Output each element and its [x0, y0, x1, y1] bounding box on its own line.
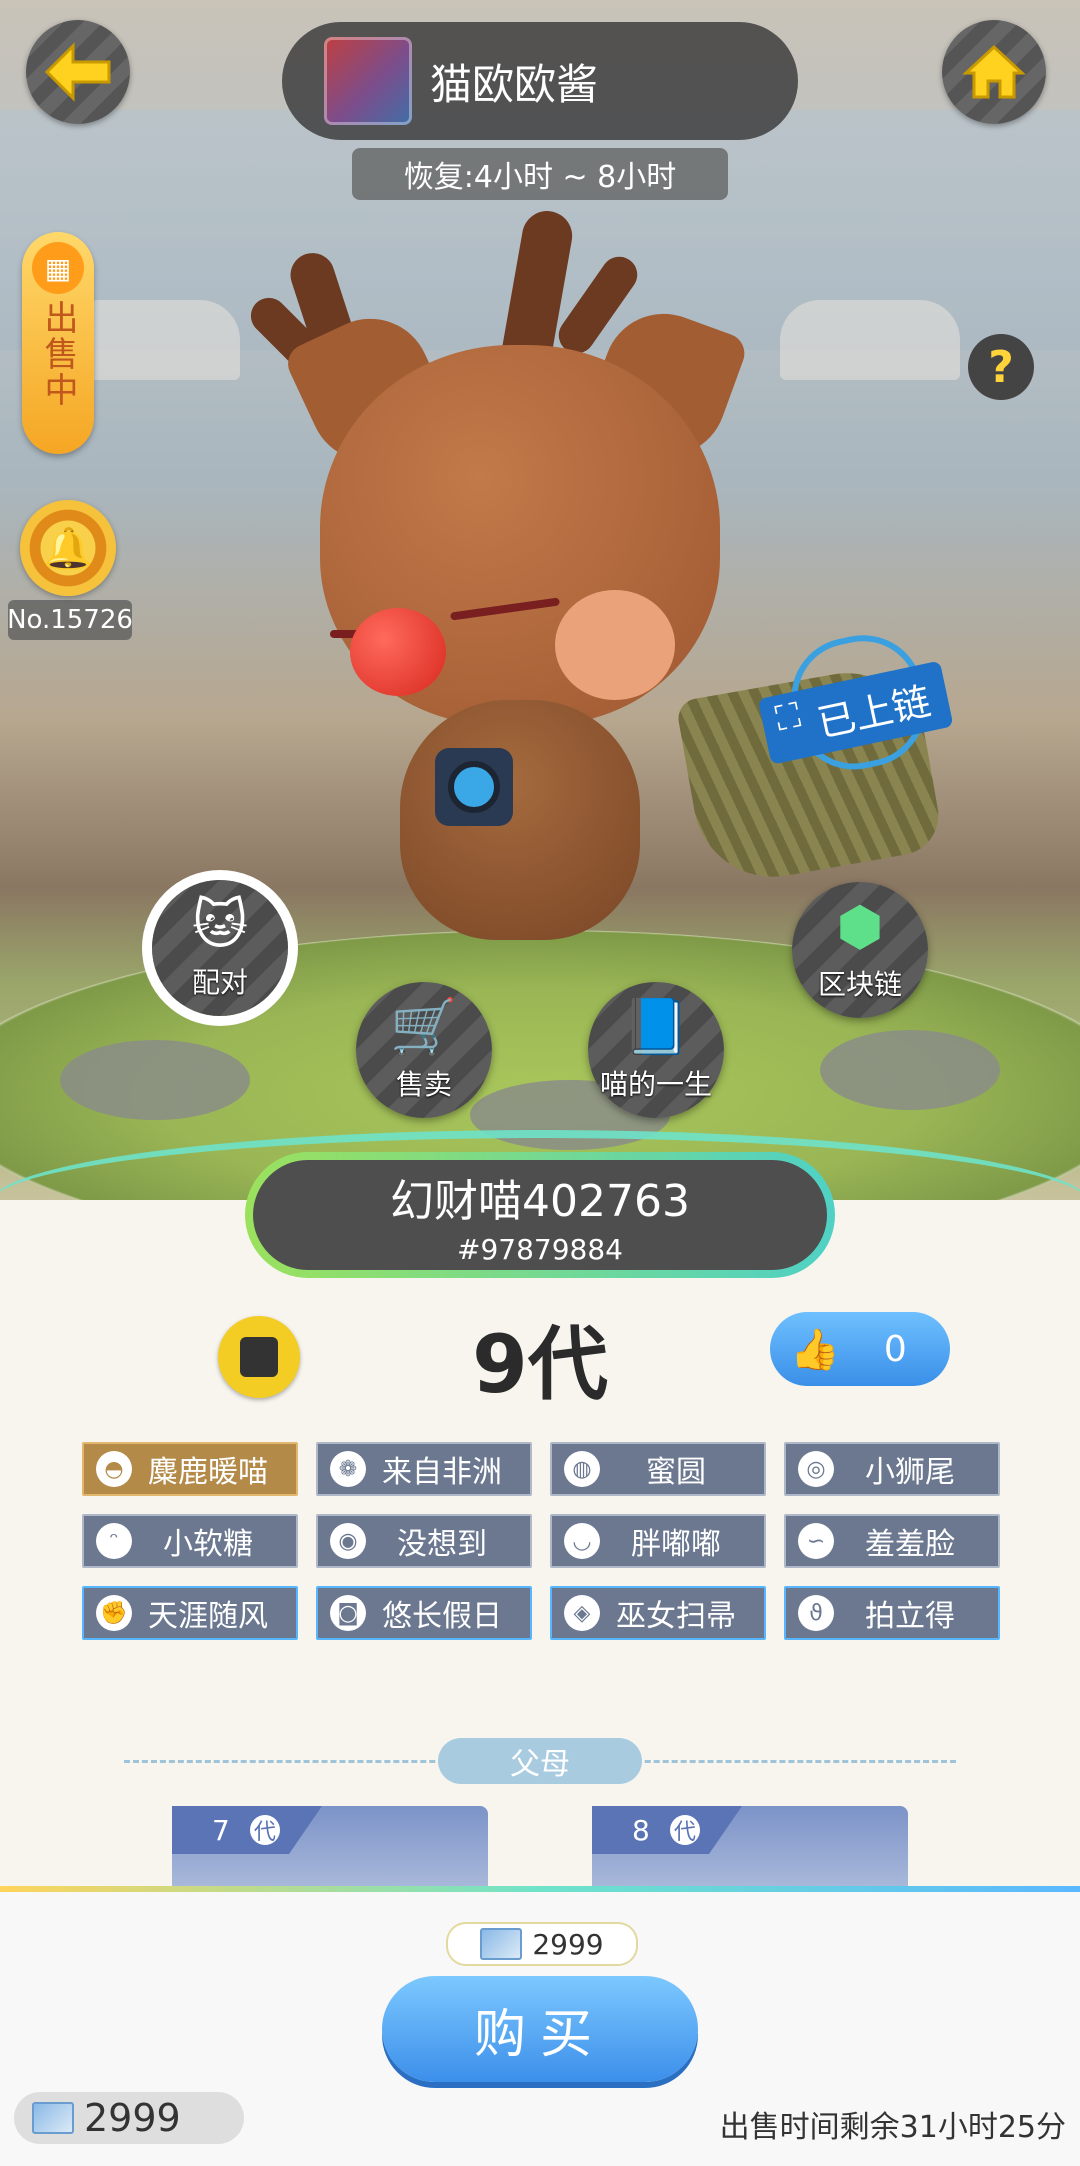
sale-status-text: 出售中: [38, 300, 78, 408]
paw-icon: ❁: [330, 1451, 366, 1487]
attribute-tag[interactable]: ◓ 麋鹿暖喵: [82, 1442, 298, 1496]
generation-text: 9代: [472, 1318, 608, 1411]
notebook-icon: 📘: [622, 995, 690, 1058]
attribute-tag[interactable]: ∽ 羞羞脸: [784, 1514, 1000, 1568]
attribute-tag-label: 巫女扫帚: [616, 1599, 736, 1634]
on-sale-tag[interactable]: ▦ 出售中: [22, 232, 94, 454]
hat-icon: ◓: [96, 1451, 132, 1487]
like-count: 0: [883, 1328, 907, 1370]
swirl-icon: ◎: [798, 1451, 834, 1487]
attribute-tag-label: 羞羞脸: [865, 1527, 955, 1562]
back-button[interactable]: [26, 20, 130, 124]
attribute-tag-label: 蜜圆: [646, 1455, 706, 1490]
ticket-icon: [32, 2102, 74, 2134]
attribute-tag-label: 悠长假日: [382, 1599, 502, 1634]
sunglasses-icon: ◙: [330, 1595, 366, 1631]
parent-card-father[interactable]: 7 代: [172, 1806, 488, 1886]
generation-unit-icon: 代: [669, 1815, 700, 1845]
buy-button[interactable]: 购买: [382, 1976, 698, 2082]
owner-name: 猫欧欧酱: [430, 59, 599, 109]
ticket-icon: [480, 1928, 523, 1960]
red-nose: [350, 608, 446, 696]
generation-info-icon[interactable]: [218, 1316, 300, 1398]
cheek-patch: [555, 590, 675, 700]
lips-icon: ◡: [564, 1523, 600, 1559]
attribute-tag-label: 天涯随风: [148, 1599, 268, 1634]
shop-basket-icon: ▦: [32, 242, 84, 294]
cat-name-bar: 幻财喵402763 #97879884: [245, 1152, 835, 1278]
parent-generation-badge: 8 代: [592, 1806, 742, 1854]
like-button[interactable]: 👍 0: [770, 1312, 950, 1386]
attribute-tag[interactable]: ◈ 巫女扫帚: [550, 1586, 766, 1640]
cat-name: 幻财喵402763: [390, 1175, 690, 1227]
owner-pill[interactable]: 猫欧欧酱: [282, 22, 798, 140]
attribute-tag[interactable]: ✊ 天涯随风: [82, 1586, 298, 1640]
pair-label: 配对: [191, 966, 248, 999]
background-awning: [780, 300, 960, 380]
help-icon[interactable]: ?: [968, 334, 1034, 400]
cat-id: #97879884: [457, 1232, 623, 1266]
recover-time: 恢复:4小时 ~ 8小时: [352, 148, 728, 200]
cat-number: No.15726: [7, 600, 133, 640]
on-chain-badge: 已上链: [755, 624, 1005, 781]
home-button[interactable]: [942, 20, 1046, 124]
cat-badge-icon: ◈: [564, 1595, 600, 1631]
attribute-tag[interactable]: ϑ 拍立得: [784, 1586, 1000, 1640]
owner-avatar[interactable]: [324, 37, 412, 125]
cat-life-label: 喵的一生: [599, 1068, 712, 1101]
attribute-tag[interactable]: ◍ 蜜圆: [550, 1442, 766, 1496]
stepping-stone: [820, 1030, 1000, 1110]
wallet-value: 2999: [84, 2096, 181, 2140]
attribute-tags: ◓ 麋鹿暖喵 ❁ 来自非洲 ◍ 蜜圆 ◎ 小狮尾 ᵔ 小软糖 ◉ 没想到 ◡ 胖嘟嘟 ∽ 羞羞脸 ✊ 天涯随风 ◙ 悠…: [82, 1442, 1000, 1640]
sell-button[interactable]: 🛒 售卖: [356, 982, 492, 1118]
stepping-stone: [60, 1040, 250, 1120]
blockchain-icon: ⬢: [836, 895, 884, 958]
attribute-tag-label: 胖嘟嘟: [631, 1527, 721, 1562]
sale-time-remaining: 出售时间剩余31小时25分: [719, 2110, 1066, 2145]
pair-button[interactable]: 🐱 配对: [152, 880, 288, 1016]
bell-wreath-icon[interactable]: 🔔: [20, 500, 116, 596]
parent-card-mother[interactable]: 8 代: [592, 1806, 908, 1886]
attribute-tag-label: 来自非洲: [382, 1455, 502, 1490]
cat-heart-icon: 🐱: [191, 893, 249, 956]
parent-generation-badge: 7 代: [172, 1806, 322, 1854]
wallet-balance: 2999: [14, 2092, 244, 2144]
camera-icon: [435, 748, 513, 826]
eye-icon: ◉: [330, 1523, 366, 1559]
price-pill: 2999: [446, 1922, 638, 1966]
attribute-tag[interactable]: ❁ 来自非洲: [316, 1442, 532, 1496]
egg-icon: ◍: [564, 1451, 600, 1487]
sell-label: 售卖: [395, 1068, 452, 1101]
attribute-tag[interactable]: ◙ 悠长假日: [316, 1586, 532, 1640]
cat-face-icon: ᵔ: [96, 1523, 132, 1559]
cat-life-button[interactable]: 📘 喵的一生: [588, 982, 724, 1118]
parents-label: 父母: [438, 1738, 642, 1784]
blockchain-button[interactable]: ⬢ 区块链: [792, 882, 928, 1018]
parent-generation-number: 8: [632, 1813, 650, 1847]
mustache-icon: ∽: [798, 1523, 834, 1559]
tail-icon: ϑ: [798, 1595, 834, 1631]
attribute-tag-label: 小狮尾: [865, 1455, 955, 1490]
back-arrow-icon: [44, 42, 111, 102]
attribute-tag-label: 没想到: [397, 1527, 487, 1562]
shopping-cart-icon: 🛒: [390, 995, 458, 1058]
attribute-tag-label: 拍立得: [865, 1599, 955, 1634]
cat-character[interactable]: [243, 207, 945, 1010]
attribute-tag[interactable]: ◡ 胖嘟嘟: [550, 1514, 766, 1568]
cat-body: [400, 700, 640, 940]
generation-unit-icon: 代: [249, 1815, 280, 1845]
attribute-tag-label: 麋鹿暖喵: [148, 1455, 268, 1490]
thumbs-up-icon: 👍: [790, 1326, 840, 1373]
attribute-tag[interactable]: ᵔ 小软糖: [82, 1514, 298, 1568]
arm-icon: ✊: [96, 1595, 132, 1631]
attribute-tag-label: 小软糖: [163, 1527, 253, 1562]
home-icon: [962, 44, 1026, 99]
blockchain-label: 区块链: [817, 968, 902, 1001]
attribute-tag[interactable]: ◉ 没想到: [316, 1514, 532, 1568]
attribute-tag[interactable]: ◎ 小狮尾: [784, 1442, 1000, 1496]
parent-generation-number: 7: [212, 1813, 230, 1847]
price-value: 2999: [532, 1927, 604, 1961]
